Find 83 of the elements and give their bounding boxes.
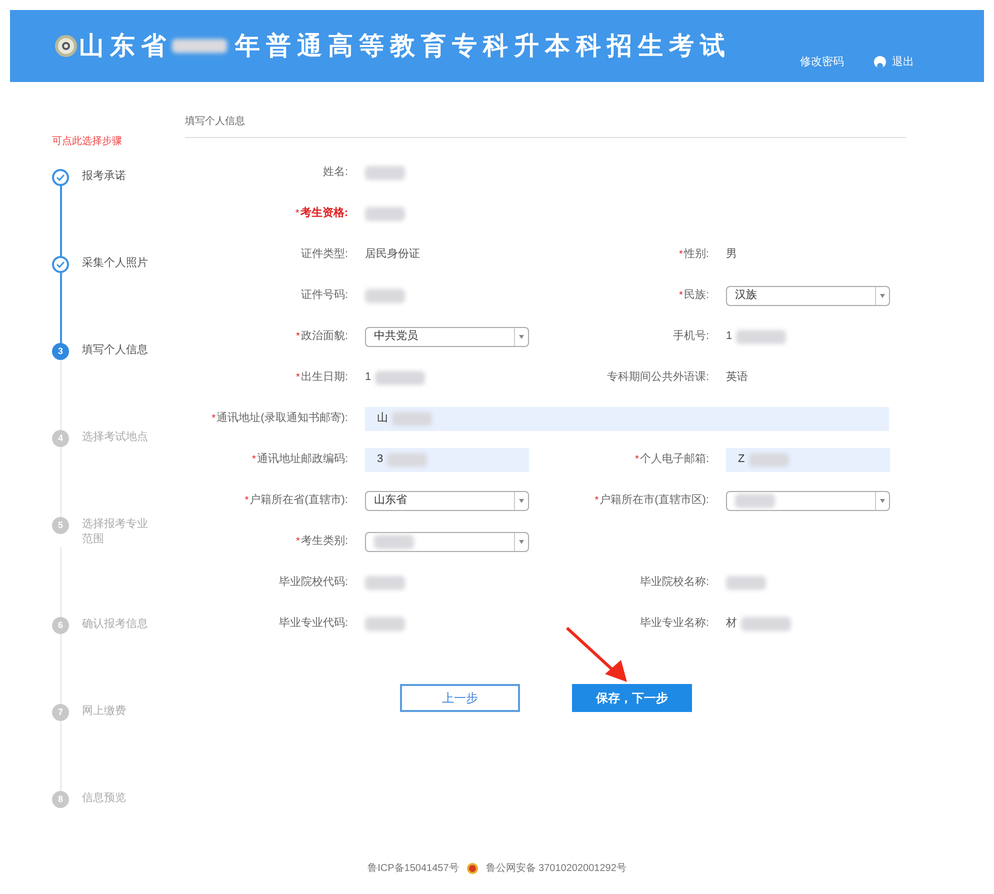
check-icon xyxy=(56,174,65,181)
field-label: 通讯地址(录取通知书邮寄): xyxy=(216,410,348,426)
field-label: 专科期间公共外语课: xyxy=(606,370,709,386)
step-label[interactable]: 选择报考专业范围 xyxy=(82,517,154,547)
input-field[interactable]: 3 xyxy=(365,448,529,472)
required-mark: * xyxy=(244,494,249,508)
save-next-button[interactable]: 保存，下一步 xyxy=(572,684,692,712)
field-value: 男 xyxy=(726,247,737,262)
field-label: 证件类型: xyxy=(300,247,348,262)
step-label[interactable]: 报考承诺 xyxy=(82,169,154,184)
field-label: 民族: xyxy=(684,288,709,304)
field-label: 考生类别: xyxy=(300,534,348,550)
logo-icon xyxy=(55,35,77,57)
redaction-blur xyxy=(726,576,766,590)
field-value: 居民身份证 xyxy=(365,247,420,262)
redaction-blur xyxy=(387,452,428,466)
required-mark: * xyxy=(295,207,300,221)
field-label: 手机号: xyxy=(672,329,709,344)
section-title: 填写个人信息 xyxy=(185,114,906,138)
user-icon xyxy=(874,56,886,68)
field-label: 户籍所在市(直辖市区): xyxy=(600,492,709,508)
field-label: 出生日期: xyxy=(300,370,348,386)
step-label[interactable]: 确认报考信息 xyxy=(82,617,154,632)
required-mark: * xyxy=(679,289,683,303)
redaction-blur xyxy=(375,370,426,384)
field-label: 考生资格: xyxy=(300,206,348,222)
redaction-blur xyxy=(748,452,789,466)
site-title: 山东省 xyxy=(79,30,172,62)
redaction-blur xyxy=(392,412,432,426)
select-field[interactable]: 汉族 xyxy=(726,286,890,306)
required-mark: * xyxy=(212,412,216,426)
step-hint: 可点此选择步骤 xyxy=(52,134,123,149)
redaction-blur xyxy=(741,616,791,630)
field-label: 毕业专业名称: xyxy=(640,616,709,632)
input-field[interactable]: 山 xyxy=(365,406,889,430)
step-label[interactable]: 信息预览 xyxy=(82,791,154,806)
field-label: 政治面貌: xyxy=(300,329,348,344)
field-label: 户籍所在省(直辖市): xyxy=(250,492,348,508)
step-label[interactable]: 填写个人信息 xyxy=(82,343,154,358)
check-icon xyxy=(56,261,65,268)
select-field[interactable] xyxy=(365,532,529,552)
required-mark: * xyxy=(252,453,256,467)
redaction-blur xyxy=(365,288,405,302)
redaction-blur xyxy=(736,330,786,344)
field-value: 1 xyxy=(365,370,372,386)
field-label: 个人电子邮箱: xyxy=(640,452,709,468)
redaction-blur xyxy=(365,206,405,220)
field-label: 毕业院校代码: xyxy=(278,575,348,590)
field-label: 毕业院校名称: xyxy=(640,575,709,590)
redaction-blur xyxy=(735,494,775,508)
step-label[interactable]: 选择考试地点 xyxy=(82,430,154,445)
previous-button[interactable]: 上一步 xyxy=(400,684,520,712)
police-record: 鲁公网安备 37010202001292号 xyxy=(486,862,626,876)
redaction-blur xyxy=(172,39,227,53)
field-value: 1 xyxy=(726,329,732,344)
header-link[interactable]: 修改密码 xyxy=(800,54,844,70)
field-value: 材 xyxy=(726,616,737,632)
icp-record: 鲁ICP备15041457号 xyxy=(368,862,459,876)
field-label: 通讯地址邮政编码: xyxy=(256,452,348,468)
step-label[interactable]: 网上缴费 xyxy=(82,704,154,719)
redaction-blur xyxy=(365,616,405,630)
site-title: 年普通高等教育专科升本科招生考试 xyxy=(235,30,731,62)
logout-link[interactable]: 退出 xyxy=(874,54,914,70)
field-label: 性别: xyxy=(684,247,709,262)
field-value: 英语 xyxy=(726,370,748,386)
field-label: 毕业专业代码: xyxy=(278,616,348,632)
police-emblem-icon xyxy=(466,863,478,874)
required-mark: * xyxy=(679,248,683,262)
required-mark: * xyxy=(296,371,300,385)
required-mark: * xyxy=(296,330,300,344)
field-label: 证件号码: xyxy=(300,288,348,304)
redaction-blur xyxy=(365,576,405,590)
step-label[interactable]: 采集个人照片 xyxy=(82,256,154,271)
select-field[interactable]: 山东省 xyxy=(365,490,529,510)
required-mark: * xyxy=(635,453,639,467)
required-mark: * xyxy=(296,535,300,549)
required-mark: * xyxy=(594,494,599,508)
field-label: 姓名: xyxy=(322,165,348,180)
redaction-blur xyxy=(365,166,405,180)
select-field[interactable]: 中共党员 xyxy=(365,326,529,346)
redaction-blur xyxy=(374,534,414,548)
input-field[interactable]: Z xyxy=(726,448,890,472)
select-field[interactable] xyxy=(726,490,890,510)
